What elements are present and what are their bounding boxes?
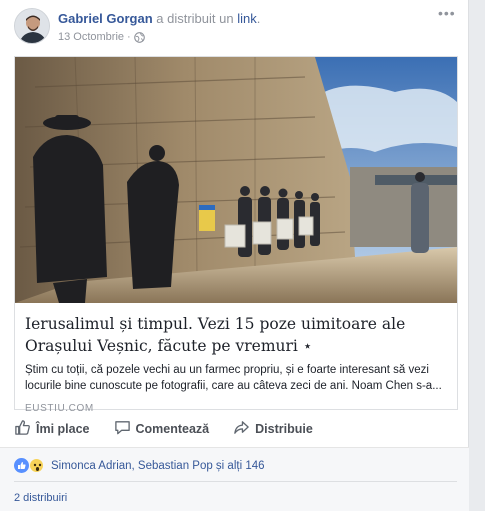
action-bar: Îmi place Comentează Distribuie [14,414,458,444]
reactions-section: Simonca Adrian, Sebastian Pop și alți 14… [0,447,469,511]
comment-button[interactable]: Comentează [114,419,210,439]
like-icon [14,458,29,473]
sentence-dot: . [256,11,261,26]
post-date[interactable]: 13 Octombrie [58,29,124,45]
like-label: Îmi place [36,422,90,436]
more-options-icon[interactable]: ••• [438,6,456,22]
header-text: Gabriel Gorgan a distribuit un link. 13 … [58,10,260,45]
thumbs-up-icon [14,419,31,439]
reactions-summary[interactable]: Simonca Adrian, Sebastian Pop și alți 14… [14,458,265,473]
link-word[interactable]: link [237,11,257,26]
post-card: Gabriel Gorgan a distribuit un link. 13 … [0,0,469,511]
attachment-description: Știm cu toții, că pozele vechi au un far… [25,364,442,392]
divider [14,481,457,482]
like-button[interactable]: Îmi place [14,419,90,439]
attachment-photo[interactable] [15,57,457,303]
attachment-title[interactable]: Ierusalimul și timpul. Vezi 15 poze uimi… [25,313,447,357]
share-label: Distribuie [255,422,313,436]
reaction-names[interactable]: Simonca Adrian, Sebastian Pop și alți 14… [51,460,265,472]
share-verb: a distribuit un [156,11,234,26]
comment-label: Comentează [135,422,210,436]
link-attachment[interactable]: Ierusalimul și timpul. Vezi 15 poze uimi… [14,56,458,414]
author-name[interactable]: Gabriel Gorgan [58,11,153,26]
attachment-caption: Ierusalimul și timpul. Vezi 15 poze uimi… [25,313,447,414]
attachment-domain: EUSTIU.COM [25,403,94,414]
avatar[interactable] [14,8,50,44]
comment-icon [114,419,131,439]
share-button[interactable]: Distribuie [233,419,313,439]
share-arrow-icon [233,419,250,439]
shares-count[interactable]: 2 distribuiri [14,492,67,504]
post-header: Gabriel Gorgan a distribuit un link. 13 … [14,6,456,48]
date-separator: · [127,31,131,43]
globe-icon [133,31,145,43]
wow-icon [29,458,44,473]
